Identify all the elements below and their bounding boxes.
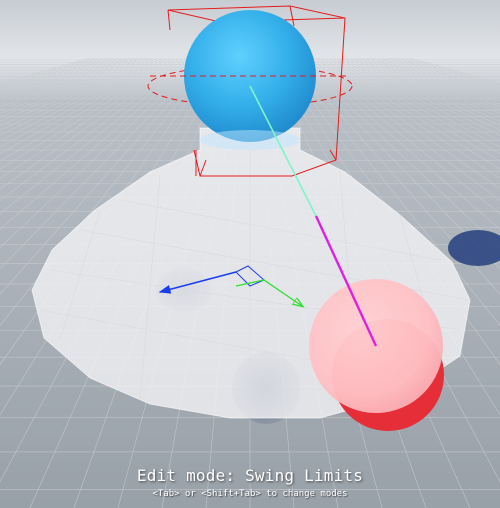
parent-sphere-reflection <box>200 130 300 150</box>
3d-viewport[interactable] <box>0 0 500 508</box>
